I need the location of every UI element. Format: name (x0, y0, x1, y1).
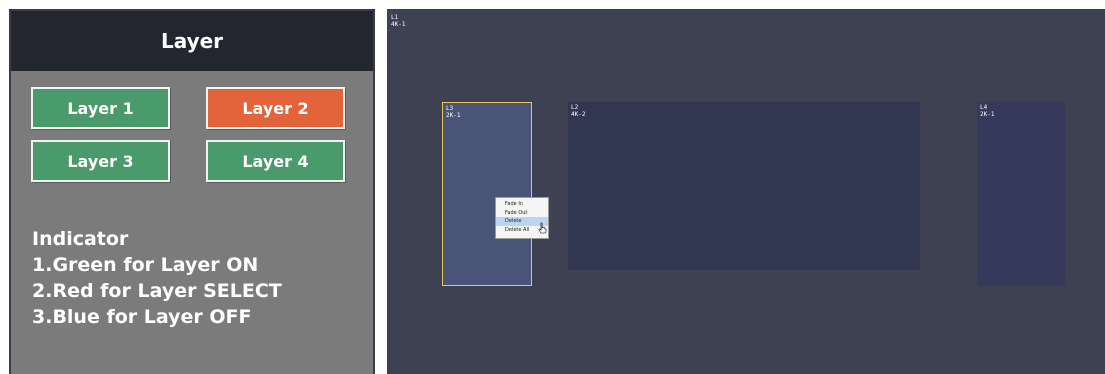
layer-l1-id: L1 (391, 14, 399, 21)
layer-l4-id: L4 (980, 104, 988, 111)
layer-l2-id: L2 (571, 104, 579, 111)
indicator-legend: Indicator 1.Green for Layer ON 2.Red for… (32, 226, 282, 330)
layer-panel: Layer Layer 1 Layer 2 Layer 3 Layer 4 In… (9, 9, 375, 374)
layer-canvas[interactable]: L1 4K-1 L3 2K-1 L2 4K-2 L4 2K-1 Fade In … (387, 9, 1105, 374)
indicator-heading: Indicator (32, 228, 129, 250)
layer-l4-source: 2K-1 (980, 111, 995, 118)
menu-item-fade-out[interactable]: Fade Out (496, 209, 548, 218)
indicator-line-green: 1.Green for Layer ON (32, 254, 259, 276)
menu-item-fade-in[interactable]: Fade In (496, 200, 548, 209)
layer-l2-source: 4K-2 (571, 111, 586, 118)
layer-l3-id: L3 (446, 105, 454, 112)
panel-title: Layer (11, 11, 373, 71)
indicator-line-blue: 3.Blue for Layer OFF (32, 306, 252, 328)
indicator-line-red: 2.Red for Layer SELECT (32, 280, 282, 302)
layer-4-button[interactable]: Layer 4 (206, 140, 345, 182)
layer-l3-window[interactable]: L3 2K-1 (442, 102, 532, 286)
layer-l4-window[interactable]: L4 2K-1 (977, 102, 1065, 286)
layer-1-button[interactable]: Layer 1 (31, 87, 170, 129)
layer-l1-label: L1 4K-1 (391, 14, 405, 28)
layer-l3-source: 2K-1 (446, 112, 461, 119)
layer-l2-window[interactable]: L2 4K-2 (568, 102, 920, 270)
layer-2-button[interactable]: Layer 2 (206, 87, 345, 129)
layer-l1-source: 4K-1 (391, 21, 406, 28)
hand-cursor-icon (538, 222, 547, 234)
layer-3-button[interactable]: Layer 3 (31, 140, 170, 182)
